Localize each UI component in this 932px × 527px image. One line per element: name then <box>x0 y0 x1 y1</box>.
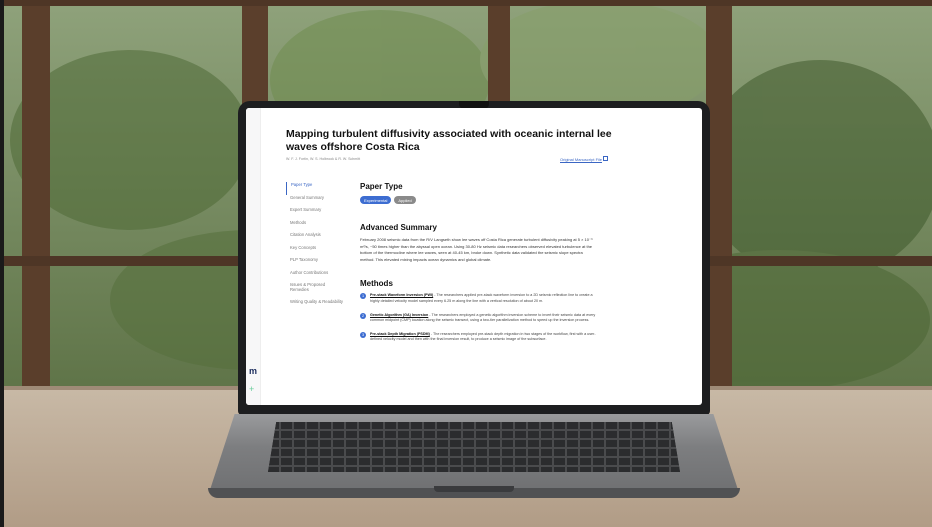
section-nav: Paper Type General Summary Expert Summar… <box>286 182 344 316</box>
advanced-summary-heading: Advanced Summary <box>360 223 437 232</box>
paper-type-tags: Experimental Applied <box>360 196 596 204</box>
method-text: Genetic Algorithm (GA) Inversion - The r… <box>370 313 596 324</box>
method-item: 2 Genetic Algorithm (GA) Inversion - The… <box>360 312 596 324</box>
nav-item-expert-summary[interactable]: Expert Summary <box>286 207 344 220</box>
tag-applied: Applied <box>394 196 416 204</box>
paper-authors: W. F. J. Fortin, W. S. Holbrook & R. W. … <box>286 157 361 161</box>
external-link-icon <box>603 156 609 161</box>
laptop-lid: m + Mapping turbulent diffusivity associ… <box>238 101 710 415</box>
method-name-link[interactable]: Genetic Algorithm (GA) Inversion <box>370 313 428 317</box>
paper-title: Mapping turbulent diffusivity associated… <box>286 128 612 153</box>
nav-item-author-contributions[interactable]: Author Contributions <box>286 270 344 283</box>
manuscript-link-label[interactable]: Original Manuscript File <box>560 157 602 162</box>
methods-heading: Methods <box>360 279 393 289</box>
app-logo-icon[interactable]: m <box>249 366 257 376</box>
method-item: 1 Pre-stack Waveform Inversion (PWI) - T… <box>360 293 596 304</box>
paper-type-heading: Paper Type <box>360 182 403 191</box>
method-name-link[interactable]: Pre-stack Depth Migration (PSDM) <box>370 332 430 336</box>
app-left-rail: m + <box>246 108 261 405</box>
main-content: Paper Type Experimental Applied Advanced… <box>360 182 596 351</box>
nav-item-writing-quality[interactable]: Writing Quality & Readability <box>286 299 344 316</box>
keyboard <box>268 422 680 472</box>
nav-item-general-summary[interactable]: General Summary <box>286 195 344 208</box>
original-manuscript-link[interactable]: Original Manuscript File <box>560 156 609 162</box>
lid-opening-notch <box>434 486 514 492</box>
tag-experimental: Experimental <box>360 196 392 204</box>
laptop-screen: m + Mapping turbulent diffusivity associ… <box>246 108 702 405</box>
laptop-base <box>208 414 740 498</box>
nav-item-paper-type[interactable]: Paper Type <box>286 182 344 195</box>
nav-item-methods[interactable]: Methods <box>286 220 344 233</box>
nav-item-issues-remedies[interactable]: Issues & Proposed Remedies <box>286 282 344 299</box>
nav-item-plp-taxonomy[interactable]: PLP Taxonomy <box>286 257 344 270</box>
add-icon[interactable]: + <box>249 384 254 394</box>
method-text: Pre-stack Depth Migration (PSDM) - The r… <box>370 332 596 343</box>
method-number-badge: 3 <box>360 331 366 338</box>
nav-item-key-concepts[interactable]: Key Concepts <box>286 245 344 258</box>
method-name-link[interactable]: Pre-stack Waveform Inversion (PWI) <box>370 293 433 297</box>
method-number-badge: 2 <box>360 312 366 319</box>
nav-item-citation-analysis[interactable]: Citation Analysis <box>286 232 344 245</box>
method-text: Pre-stack Waveform Inversion (PWI) - The… <box>370 293 596 304</box>
method-number-badge: 1 <box>360 293 366 300</box>
method-item: 3 Pre-stack Depth Migration (PSDM) - The… <box>360 331 596 343</box>
advanced-summary-text: February 2008 seismic data from the R/V … <box>360 237 593 262</box>
